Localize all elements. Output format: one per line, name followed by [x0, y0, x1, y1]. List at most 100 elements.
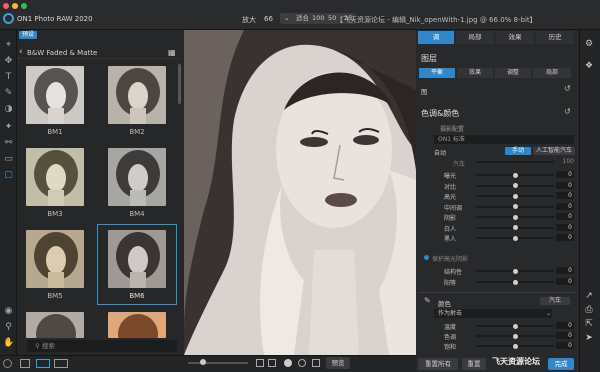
tool-strip: ⌖ ✥ T ✎ ◑ ✦ ⚯ ▭ ▢ ◉ ⚲ ✋ [0, 30, 17, 372]
slider-knob[interactable] [512, 333, 518, 339]
ruler-icon[interactable] [268, 359, 276, 367]
reset-button[interactable]: 重置 [462, 358, 486, 370]
done-button[interactable]: 完成 [548, 358, 574, 370]
send-icon[interactable]: ➤ [583, 332, 595, 344]
minimize-window-button[interactable] [12, 3, 18, 9]
mask-view-icon[interactable] [256, 359, 264, 367]
tab-effects[interactable]: 效果 [496, 31, 534, 44]
color-auto-button[interactable]: 汽车 [540, 297, 570, 305]
slider-knob[interactable] [512, 183, 518, 188]
brush-icon[interactable]: ✎ [424, 296, 431, 305]
portrait-thumbnail [108, 148, 166, 206]
color-mode-select[interactable]: 作为射击 [434, 309, 552, 318]
search-icon: ⚲ [35, 342, 42, 350]
zoom-window-button[interactable] [21, 3, 27, 9]
single-view-icon[interactable] [20, 359, 30, 368]
move-icon[interactable]: ✥ [3, 56, 14, 67]
preset-thumb-bm4[interactable] [108, 148, 166, 206]
hand-icon[interactable]: ✋ [3, 338, 14, 349]
brush-icon[interactable]: ✎ [3, 88, 14, 99]
retouch-icon[interactable]: ✦ [3, 122, 14, 133]
text-icon[interactable]: T [3, 72, 14, 83]
slider-value[interactable]: 0 [556, 223, 574, 231]
preset-label: BM3 [47, 210, 63, 218]
profile-select[interactable]: ON1 标准 [434, 135, 574, 144]
film-view-icon[interactable] [54, 359, 68, 368]
preset-thumb-partial[interactable] [108, 312, 166, 338]
auto-amount-slider[interactable] [476, 161, 554, 163]
preset-thumb-bm1[interactable] [26, 66, 84, 124]
slider-knob[interactable] [512, 268, 518, 274]
info-icon[interactable] [3, 359, 12, 368]
export-icon[interactable]: ↗ [583, 290, 595, 302]
chevron-down-icon[interactable]: ⌄ [546, 310, 551, 317]
slider-value[interactable]: 0 [556, 267, 574, 274]
preset-thumb-bm2[interactable] [108, 66, 166, 124]
tab-history[interactable]: 历史 [536, 31, 574, 44]
ai-auto-button[interactable]: 人工智能汽车 [533, 147, 575, 155]
subtab-effects[interactable]: 效果 [457, 68, 493, 78]
photo-canvas[interactable] [184, 30, 416, 355]
clone-icon[interactable]: ⚯ [3, 138, 14, 149]
zoom-value[interactable]: 66 [264, 15, 273, 23]
preview-button[interactable]: 预览 [326, 357, 350, 369]
preset-thumb-bm5[interactable] [26, 230, 84, 288]
preset-thumb-bm6[interactable] [108, 230, 166, 288]
slider-knob[interactable] [512, 193, 518, 199]
slider-value[interactable]: 0 [556, 192, 574, 199]
slider-knob[interactable] [512, 323, 518, 329]
browse-icon[interactable]: ⚙ [583, 38, 595, 50]
zoom-tool-icon[interactable]: ⚲ [3, 322, 14, 333]
circle-view-icon[interactable] [284, 359, 292, 367]
slider-knob[interactable] [512, 343, 518, 349]
compare-view-icon[interactable] [36, 359, 50, 368]
subtab-adjust[interactable]: 调整 [495, 68, 531, 78]
subtab-balance[interactable]: 平衡 [419, 68, 455, 78]
preset-thumb-bm3[interactable] [26, 148, 84, 206]
develop-icon[interactable]: ❖ [583, 60, 595, 72]
slider-knob[interactable] [512, 214, 518, 220]
slider-knob[interactable] [200, 359, 206, 365]
print-icon[interactable]: ⎙ [583, 304, 595, 316]
slider-value[interactable]: 0 [556, 171, 574, 178]
manual-button[interactable]: 手动 [505, 147, 531, 155]
slider-value[interactable]: 0 [556, 322, 574, 329]
protect-radio[interactable] [424, 255, 429, 260]
tab-presets[interactable]: 预设 [19, 31, 37, 39]
crop-icon[interactable]: ⌖ [3, 40, 14, 51]
reset-icon[interactable]: ↺ [564, 107, 571, 116]
tab-develop[interactable]: 调 [418, 31, 454, 44]
eraser-icon[interactable]: ▭ [3, 154, 14, 165]
close-window-button[interactable] [3, 3, 9, 9]
search-placeholder: 搜索 [41, 342, 55, 350]
divider [418, 292, 576, 293]
slider-value[interactable]: 0 [556, 278, 574, 285]
slider-value[interactable]: 0 [556, 181, 574, 189]
share-icon[interactable]: ⇱ [583, 318, 595, 330]
tab-local[interactable]: 局部 [456, 31, 494, 44]
presets-scrollbar[interactable] [178, 64, 181, 104]
subtab-local[interactable]: 局部 [533, 68, 571, 78]
grid-view-icon[interactable]: ▦ [168, 48, 176, 57]
slider-knob[interactable] [512, 279, 518, 285]
back-arrow-icon[interactable]: ‹ [19, 47, 23, 57]
slider-value[interactable]: 0 [556, 213, 574, 220]
slider-value[interactable]: 0 [556, 234, 574, 241]
slider-value[interactable]: 0 [556, 332, 574, 339]
slider-knob[interactable] [512, 204, 518, 209]
view-icon[interactable]: ◉ [3, 306, 14, 317]
split-view-icon[interactable] [312, 359, 320, 367]
slider-knob[interactable] [512, 235, 518, 241]
slider-knob[interactable] [512, 225, 518, 230]
slider-value[interactable]: 0 [556, 202, 574, 210]
selection-icon[interactable]: ▢ [3, 170, 14, 181]
eye-icon[interactable] [298, 359, 306, 367]
gradient-icon[interactable]: ◑ [3, 104, 14, 115]
preset-search-input[interactable]: ⚲ 搜索 [27, 340, 177, 352]
slider-value[interactable]: 0 [556, 342, 574, 349]
slider-knob[interactable] [512, 172, 518, 178]
reset-icon[interactable]: ↺ [564, 84, 571, 93]
preset-thumb-partial[interactable] [26, 312, 84, 338]
reset-all-button[interactable]: 重置所有 [418, 358, 458, 370]
thumbnail-size-slider[interactable] [188, 362, 248, 364]
